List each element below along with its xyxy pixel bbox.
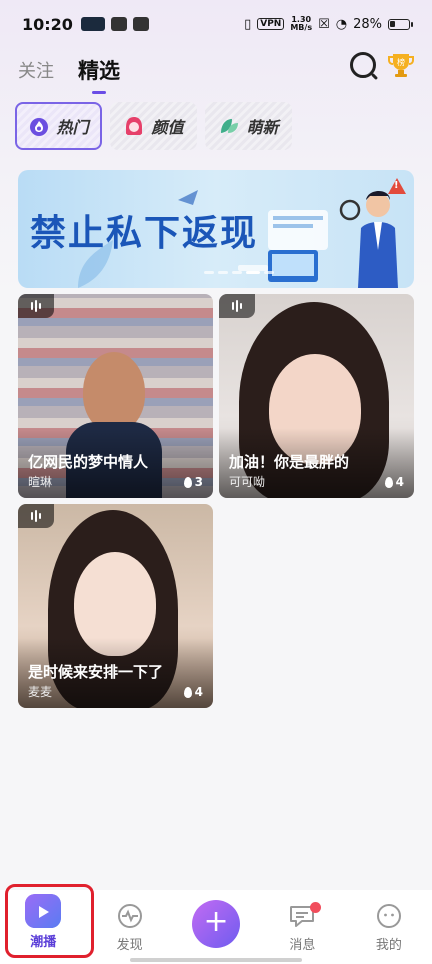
card-title: 亿网民的梦中情人 — [28, 453, 149, 471]
card-heat: 4 — [183, 685, 203, 699]
streamer-face — [83, 352, 145, 432]
trophy-text: 榜 — [397, 57, 405, 67]
vpn-badge: VPN — [257, 18, 285, 30]
card-heat-value: 4 — [194, 685, 203, 699]
wifi-icon: ◔ — [335, 16, 348, 32]
nav-item-create[interactable]: + — [173, 890, 259, 964]
battery-percent: 28% — [353, 16, 382, 32]
search-icon[interactable] — [350, 52, 376, 78]
card-heat-value: 4 — [395, 475, 404, 489]
trophy-icon[interactable]: 榜 — [386, 50, 416, 80]
banner-dot — [204, 271, 214, 274]
live-card[interactable]: 加油！你是最胖的 可可呦 4 — [219, 294, 414, 498]
chip-hot[interactable]: 热门 — [15, 102, 102, 150]
card-streamer-name: 可可呦 — [229, 475, 266, 489]
sim-icon: ☒ — [318, 16, 330, 32]
plus-icon: + — [192, 900, 241, 948]
flame-icon — [183, 476, 192, 488]
status-bar: 10:20 ▯ VPN 1.30 MB/s ☒ ◔ 28% — [0, 0, 432, 48]
card-heat: 4 — [384, 475, 404, 489]
tab-featured[interactable]: 精选 — [78, 55, 120, 85]
banner-title: 禁止私下返现 — [30, 213, 259, 254]
status-time: 10:20 — [22, 14, 73, 34]
flame-icon — [384, 476, 393, 488]
vibrate-icon: ▯ — [244, 16, 252, 32]
warning-icon — [388, 178, 406, 194]
top-tabs: 关注 精选 榜 — [18, 50, 418, 90]
nav-item-discover-label: 发现 — [116, 938, 143, 953]
card-streamer-name: 暄琳 — [28, 475, 53, 489]
live-indicator-icon — [18, 504, 54, 528]
live-card[interactable]: 是时候来安排一下了 麦麦 4 — [18, 504, 213, 708]
profile-icon — [376, 904, 401, 928]
banner-dot — [218, 271, 228, 274]
tab-follow[interactable]: 关注 — [18, 57, 54, 83]
network-speed: 1.30 MB/s — [290, 16, 312, 32]
message-notification-icon — [132, 17, 149, 31]
battery-icon — [388, 18, 413, 30]
girl-icon — [126, 117, 143, 135]
card-title: 加油！你是最胖的 — [229, 453, 350, 471]
nav-item-profile-label: 我的 — [375, 938, 402, 953]
nav-item-messages[interactable]: 消息 — [259, 890, 345, 964]
unread-badge — [310, 902, 322, 913]
speed-unit: MB/s — [290, 23, 313, 32]
nav-item-discover[interactable]: 发现 — [86, 890, 172, 964]
flame-icon — [183, 686, 192, 698]
banner-dot — [232, 271, 242, 274]
promo-banner[interactable]: 禁止私下返现 — [18, 170, 414, 288]
chip-hot-label: 热门 — [56, 118, 89, 137]
nav-item-messages-label: 消息 — [289, 938, 316, 953]
pulse-icon — [117, 904, 142, 928]
mail-notification-icon — [110, 17, 127, 31]
card-title: 是时候来安排一下了 — [28, 663, 164, 681]
app-notification-icon — [80, 17, 105, 31]
status-right: ▯ VPN 1.30 MB/s ☒ ◔ 28% — [244, 16, 413, 32]
banner-dot-active — [246, 271, 260, 274]
banner-pagination — [204, 271, 274, 274]
live-card[interactable]: 亿网民的梦中情人 暄琳 3 — [18, 294, 213, 498]
banner-dot — [264, 271, 274, 274]
chip-newbie-label: 萌新 — [246, 118, 279, 137]
nav-item-profile[interactable]: 我的 — [346, 890, 432, 964]
leaf-icon — [221, 119, 239, 133]
chip-newbie[interactable]: 萌新 — [205, 102, 292, 150]
card-streamer-name: 麦麦 — [28, 685, 53, 699]
card-heat: 3 — [183, 475, 203, 489]
card-heat-value: 3 — [194, 475, 203, 489]
live-indicator-icon — [18, 294, 54, 318]
flame-icon — [30, 118, 49, 136]
live-indicator-icon — [219, 294, 255, 318]
chip-looks-label: 颜值 — [151, 118, 184, 137]
chip-looks[interactable]: 颜值 — [110, 102, 197, 150]
category-chips: 热门 颜值 萌新 — [15, 102, 292, 150]
selection-highlight — [5, 884, 94, 958]
home-indicator[interactable] — [130, 958, 302, 962]
